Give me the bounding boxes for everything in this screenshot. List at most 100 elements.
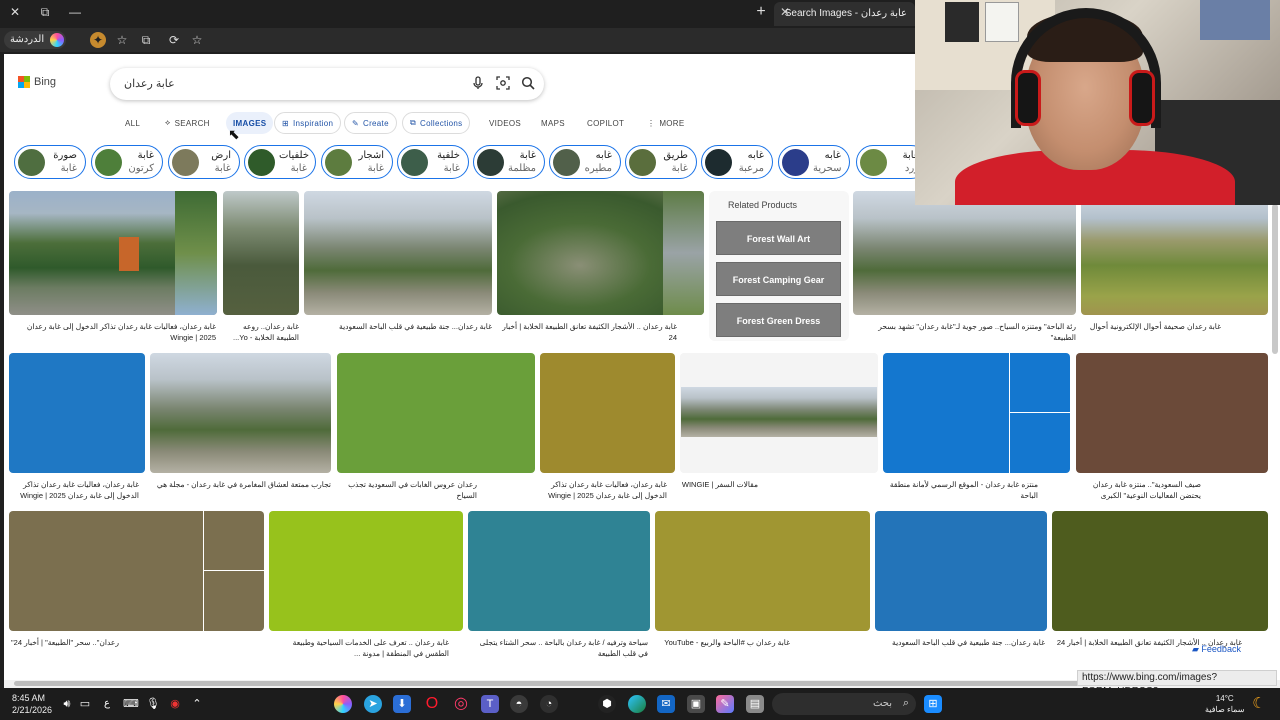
minimize-window-icon[interactable]: —	[62, 0, 88, 24]
image-result[interactable]	[9, 353, 145, 473]
opera-icon[interactable]: O	[423, 695, 441, 713]
image-caption[interactable]: رعدان عروس الغابات في السعودية تجذب السي…	[337, 479, 477, 501]
edge-icon[interactable]	[628, 695, 646, 713]
visual-search-icon[interactable]	[495, 76, 511, 92]
image-result[interactable]	[853, 191, 1076, 315]
related-chip[interactable]: غابة مظلمة	[473, 145, 545, 179]
image-caption[interactable]: سياحة وترفيه / غابة رعدان بالباحة .. سحر…	[468, 637, 648, 659]
language-indicator[interactable]: ع	[98, 695, 116, 713]
active-tab[interactable]: ✕ Search Images - عابة رعدان	[774, 2, 915, 26]
refresh-icon[interactable]: ⟳	[166, 32, 182, 48]
image-result[interactable]	[1081, 191, 1268, 315]
image-caption[interactable]: غابة رعدان... جنة طبيعية في قلب الباحة ا…	[875, 637, 1045, 648]
extension-icon[interactable]: ✦	[90, 32, 106, 48]
search-icon[interactable]	[520, 76, 536, 92]
image-caption[interactable]: غابة رعدان ب #الباحة والربيع - YouTube	[655, 637, 790, 648]
image-caption[interactable]: غابة رعدان.. روعه الطبيعة الخلابة - Yo..…	[223, 321, 299, 343]
tab-maps[interactable]: MAPS	[534, 112, 572, 134]
telegram-icon[interactable]: ➤	[364, 695, 382, 713]
weather-widget[interactable]: 14°C سماء صافية	[1205, 693, 1245, 715]
tab-copilot[interactable]: COPILOT	[580, 112, 631, 134]
speaker-icon[interactable]: 🔊︎	[58, 695, 76, 713]
image-result[interactable]	[680, 353, 878, 473]
taskbar-search[interactable]: بحث ⌕	[772, 693, 916, 715]
image-caption[interactable]: غابة رعدان .. الأشجار الكثيفة تعانق الطب…	[497, 321, 677, 343]
tab-create[interactable]: ✎ Create	[344, 112, 397, 134]
collections-icon[interactable]: ⧉	[138, 32, 154, 48]
image-caption[interactable]: غابة رعدان، فعاليات غابة رعدان تذاكر الد…	[540, 479, 667, 501]
obs-icon[interactable]: ◔	[540, 695, 558, 713]
image-result[interactable]	[655, 511, 870, 631]
microphone-icon[interactable]	[470, 76, 486, 92]
image-caption[interactable]: تجارب ممتعة لعشاق المغامرة في غابة رعدان…	[150, 479, 331, 490]
related-chip[interactable]: خلفيات غابة	[244, 145, 316, 179]
windows-start-icon[interactable]: ⊞	[924, 695, 942, 713]
chat-button[interactable]: الدردشة	[4, 31, 67, 49]
download-icon[interactable]: ⬇	[393, 695, 411, 713]
search-box[interactable]: عابة رعدان	[110, 68, 544, 100]
clock[interactable]: 8:45 AM 2/21/2026	[12, 692, 52, 716]
discord-icon[interactable]: ◓	[510, 695, 528, 713]
related-product-button[interactable]: Forest Green Dress	[716, 303, 841, 337]
image-caption[interactable]: مقالات السفر | WINGIE	[680, 479, 758, 490]
tab-search[interactable]: ⟡ SEARCH	[158, 112, 217, 134]
vertical-scrollbar[interactable]	[1272, 204, 1278, 354]
image-caption[interactable]: رئة الباحة" ومتنزه السياح.. صور جوية لـ"…	[853, 321, 1076, 343]
image-result[interactable]	[9, 511, 264, 631]
image-result[interactable]	[9, 191, 217, 315]
image-result[interactable]	[875, 511, 1047, 631]
image-result[interactable]	[1052, 511, 1268, 631]
new-tab-icon[interactable]: +	[748, 0, 774, 24]
bing-logo[interactable]: Bing	[18, 76, 56, 88]
related-chip[interactable]: غابه سحرية	[778, 145, 850, 179]
tab-inspiration[interactable]: ⊞ Inspiration	[274, 112, 342, 134]
search-input[interactable]: عابة رعدان	[124, 77, 175, 90]
image-caption[interactable]: غابة رعدان .. تعرف على الخدمات السياحية …	[269, 637, 449, 659]
related-chip[interactable]: اشجار غابة	[321, 145, 393, 179]
files-icon[interactable]: ▤	[746, 695, 764, 713]
image-result[interactable]	[468, 511, 650, 631]
github-icon[interactable]: ⬢	[598, 695, 616, 713]
related-chip[interactable]: صورة غابة	[14, 145, 86, 179]
related-product-button[interactable]: Forest Camping Gear	[716, 262, 841, 296]
opera-gx-icon[interactable]: ◎	[452, 695, 470, 713]
feedback-link[interactable]: ▰ Feedback	[1192, 644, 1241, 655]
copilot-icon[interactable]	[334, 695, 352, 713]
image-result[interactable]	[223, 191, 299, 315]
close-window-icon[interactable]: ✕	[2, 0, 28, 24]
image-caption[interactable]: رعدان".. سحر "الطبيعة" | أخبار 24"	[9, 637, 119, 648]
image-caption[interactable]: غابة رعدان... جنة طبيعية في قلب الباحة ا…	[304, 321, 492, 332]
store-icon[interactable]: ▣	[687, 695, 705, 713]
keyboard-icon[interactable]: ⌨	[122, 695, 140, 713]
image-result[interactable]	[269, 511, 463, 631]
image-caption[interactable]: غابة رعدان صحيفة أحوال الإلكترونية أحوال	[1081, 321, 1221, 332]
favorites-icon[interactable]: ☆	[114, 32, 130, 48]
restore-window-icon[interactable]: ⧉	[32, 0, 58, 24]
image-result[interactable]	[540, 353, 675, 473]
chevron-up-icon[interactable]: ⌃	[188, 695, 206, 713]
network-icon[interactable]: ▭	[76, 695, 94, 713]
tab-more[interactable]: ⋮ MORE	[640, 112, 692, 134]
related-chip[interactable]: غابه مطيره	[549, 145, 621, 179]
tab-collections[interactable]: ⧉ Collections	[402, 112, 471, 134]
image-result[interactable]	[150, 353, 331, 473]
star-icon[interactable]: ☆	[189, 32, 205, 48]
tab-videos[interactable]: VIDEOS	[482, 112, 528, 134]
teams-icon[interactable]: T	[481, 695, 499, 713]
related-chip[interactable]: ارض غابة	[168, 145, 240, 179]
image-caption[interactable]: غابة رعدان، فعاليات غابة رعدان تذاكر الد…	[9, 479, 139, 501]
image-result[interactable]	[883, 353, 1070, 473]
related-chip[interactable]: غابة كرتون	[91, 145, 163, 179]
image-result[interactable]	[304, 191, 492, 315]
record-icon[interactable]: ◉	[166, 695, 184, 713]
related-chip[interactable]: خلفية غابة	[397, 145, 469, 179]
image-result[interactable]	[497, 191, 704, 315]
image-result[interactable]	[337, 353, 535, 473]
paint-icon[interactable]: ✎	[716, 695, 734, 713]
image-caption[interactable]: منتزه غابة رعدان - الموقع الرسمي لأمانة …	[883, 479, 1038, 501]
microphone-tray-icon[interactable]: 🎙︎	[144, 695, 162, 713]
outlook-icon[interactable]: ✉	[657, 695, 675, 713]
image-result[interactable]	[1076, 353, 1268, 473]
related-chip[interactable]: غابه مرعبة	[701, 145, 773, 179]
image-caption[interactable]: غابة رعدان، فعاليات غابة رعدان تذاكر الد…	[10, 321, 216, 343]
